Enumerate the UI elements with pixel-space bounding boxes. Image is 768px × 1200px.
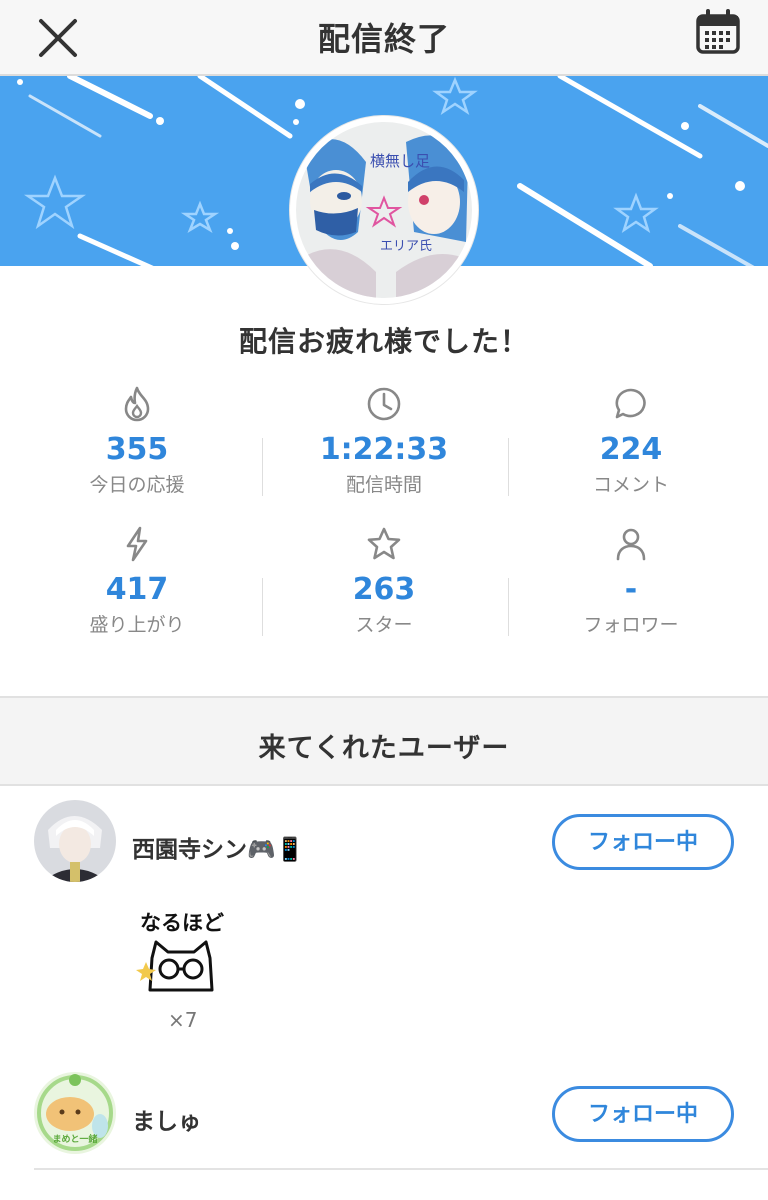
stat-label: スター xyxy=(355,614,413,636)
stat-value: 263 xyxy=(352,572,416,607)
stat-duration: 1:22:33 配信時間 xyxy=(261,384,507,512)
following-button[interactable]: フォロー中 xyxy=(552,814,734,870)
stat-excitement: 417 盛り上がり xyxy=(14,524,260,652)
clock-icon xyxy=(367,387,401,421)
user-avatar-image: まめと一緒 xyxy=(34,1072,116,1154)
stats-row-1: 355 今日の応援 1:22:33 配信時間 224 コメント xyxy=(14,384,754,524)
avatar-caption: まめと一緒 xyxy=(52,1133,97,1145)
avatar-illustration: 横無し足 エリア氏 xyxy=(296,122,472,298)
stat-stars: 263 スター xyxy=(261,524,507,652)
stats-row-2: 417 盛り上がり 263 スター - フォロワー xyxy=(14,524,754,664)
list-divider xyxy=(34,1168,768,1170)
stat-followers: - フォロワー xyxy=(508,524,754,652)
flame-icon xyxy=(124,386,150,422)
visitors-section-header: 来てくれたユーザー xyxy=(0,696,768,786)
stat-label: 盛り上がり xyxy=(89,614,185,636)
stat-support: 355 今日の応援 xyxy=(14,384,260,512)
lightning-icon xyxy=(126,526,148,562)
user-name: ましゅ xyxy=(132,1109,201,1135)
stream-end-screen: 配信終了 横無し足 エリア氏 配信お疲れ様でした！ 355 今日の応援 1:22… xyxy=(0,0,768,1200)
avatar-text-right: エリア氏 xyxy=(380,239,432,254)
user-avatar[interactable]: まめと一緒 xyxy=(34,1072,116,1154)
reaction-stamp: なるほど xyxy=(132,906,232,1006)
stat-label: コメント xyxy=(592,474,669,496)
user-row[interactable]: 西園寺シン🎮📱 フォロー中 xyxy=(0,800,768,890)
stat-label: フォロワー xyxy=(583,614,679,636)
stamp-count: ×7 xyxy=(168,1008,198,1032)
thanks-message: 配信お疲れ様でした！ xyxy=(238,325,529,358)
stat-value: 224 xyxy=(599,432,663,467)
calendar-button[interactable] xyxy=(694,8,742,56)
following-button[interactable]: フォロー中 xyxy=(552,1086,734,1142)
person-icon xyxy=(616,528,646,561)
stat-comments: 224 コメント xyxy=(508,384,754,512)
section-title: 来てくれたユーザー xyxy=(258,733,510,764)
stat-label: 配信時間 xyxy=(345,474,422,496)
star-icon xyxy=(367,527,401,560)
page-title: 配信終了 xyxy=(317,20,450,58)
stat-value: - xyxy=(624,572,638,607)
calendar-icon xyxy=(696,9,740,54)
header-bar: 配信終了 xyxy=(0,0,768,76)
stamp-text: なるほど xyxy=(140,911,224,935)
stat-value: 1:22:33 xyxy=(319,432,449,467)
comment-icon xyxy=(615,388,646,419)
user-avatar[interactable] xyxy=(34,800,116,882)
user-avatar-image xyxy=(34,800,116,882)
stats-grid: 355 今日の応援 1:22:33 配信時間 224 コメント 417 盛り上が… xyxy=(14,384,754,664)
streamer-avatar: 横無し足 エリア氏 xyxy=(290,116,478,304)
user-row[interactable]: まめと一緒 ましゅ フォロー中 xyxy=(0,1072,768,1162)
avatar-text-left: 横無し足 xyxy=(370,152,430,170)
glasses-cat-stamp: なるほど xyxy=(136,911,224,992)
stat-value: 417 xyxy=(105,572,169,607)
user-name: 西園寺シン🎮📱 xyxy=(132,837,305,863)
stat-value: 355 xyxy=(105,432,169,467)
stat-label: 今日の応援 xyxy=(89,474,185,496)
